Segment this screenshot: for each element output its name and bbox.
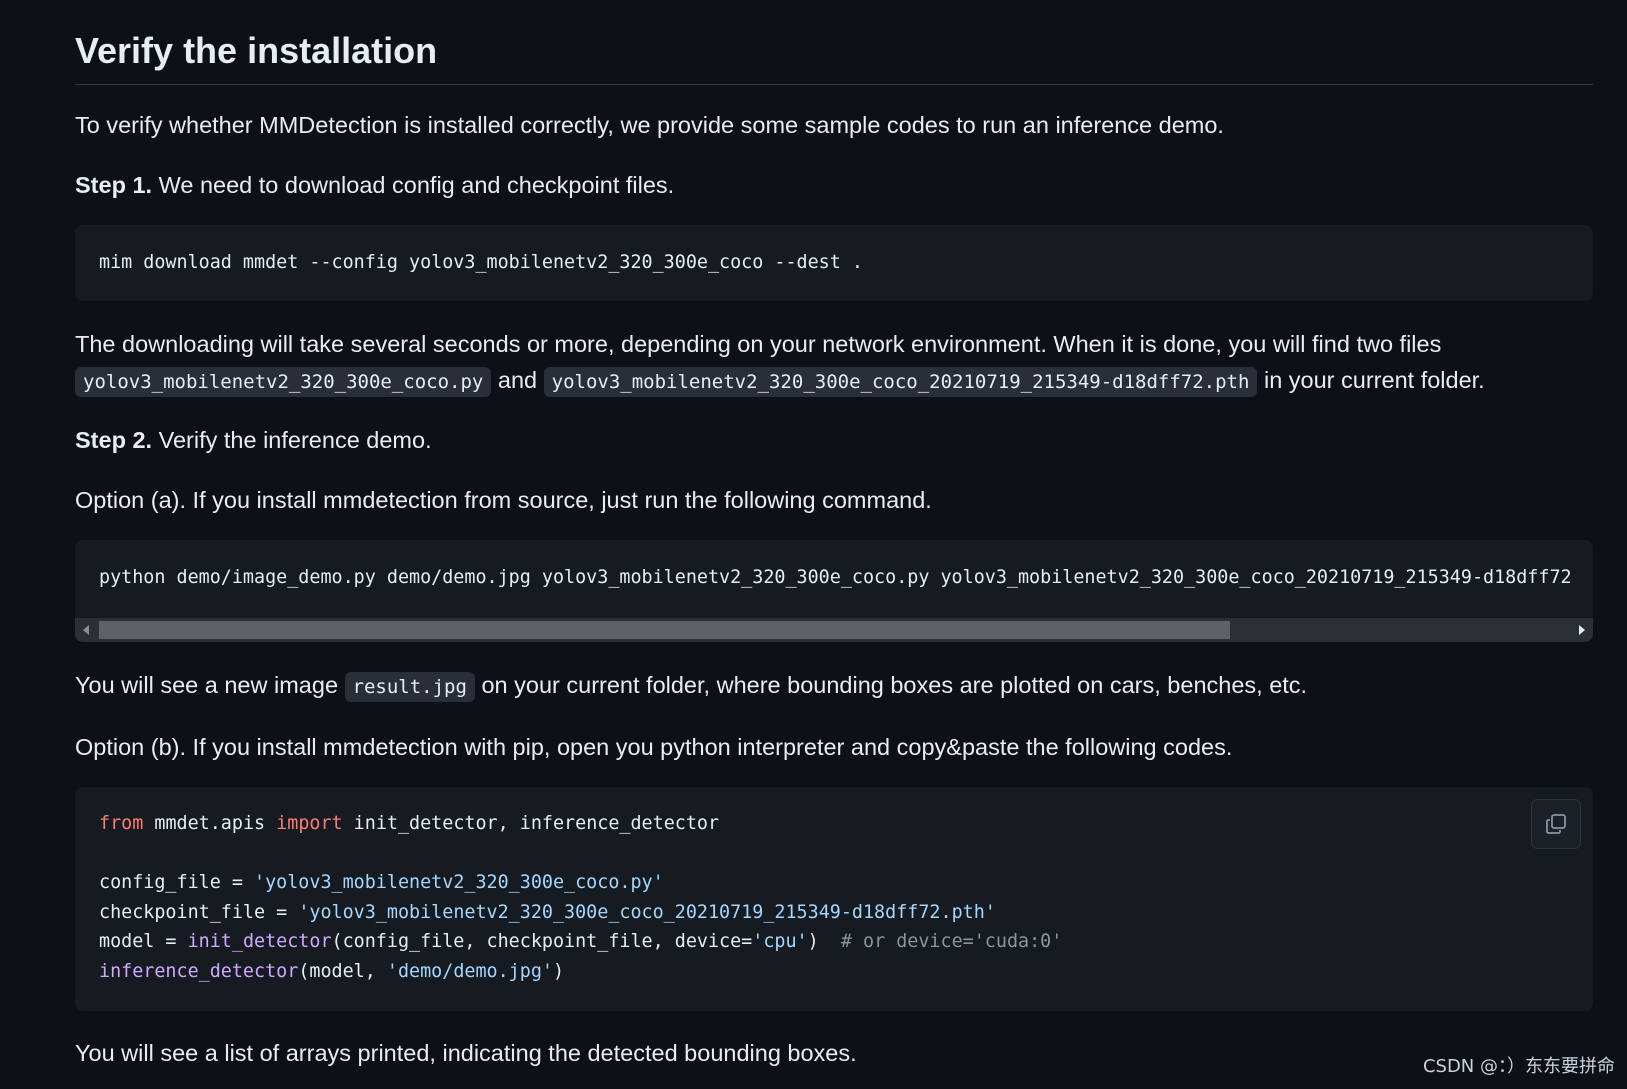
code-line: from mmdet.apis import init_detector, in… xyxy=(99,809,1569,839)
copy-icon xyxy=(1544,812,1568,836)
download-note-text: The downloading will take several second… xyxy=(75,331,1441,357)
inline-code-config-file: yolov3_mobilenetv2_320_300e_coco.py xyxy=(75,367,491,397)
code-line: model = init_detector(config_file, check… xyxy=(99,927,1569,957)
inline-code-checkpoint-file: yolov3_mobilenetv2_320_300e_coco_2021071… xyxy=(544,367,1258,397)
scroll-left-arrow-icon[interactable] xyxy=(83,625,89,635)
code-block-demo[interactable]: python demo/image_demo.py demo/demo.jpg … xyxy=(75,540,1593,642)
final-note-paragraph: You will see a list of arrays printed, i… xyxy=(75,1035,1593,1071)
result-note-paragraph: You will see a new image result.jpg on y… xyxy=(75,667,1593,705)
horizontal-scrollbar[interactable] xyxy=(75,618,1593,642)
step2-text: Verify the inference demo. xyxy=(152,427,432,453)
code-line: config_file = 'yolov3_mobilenetv2_320_30… xyxy=(99,868,1569,898)
option-b-paragraph: Option (b). If you install mmdetection w… xyxy=(75,729,1593,765)
download-note-tail: in your current folder. xyxy=(1257,367,1484,393)
scrollbar-thumb[interactable] xyxy=(99,621,1230,639)
code-line: inference_detector(model, 'demo/demo.jpg… xyxy=(99,957,1569,987)
result-note-text: You will see a new image xyxy=(75,672,345,698)
code-line: python demo/image_demo.py demo/demo.jpg … xyxy=(75,540,1593,616)
scroll-right-arrow-icon[interactable] xyxy=(1579,625,1585,635)
intro-paragraph: To verify whether MMDetection is install… xyxy=(75,107,1593,143)
result-note-tail: on your current folder, where bounding b… xyxy=(475,672,1307,698)
code-block-download[interactable]: mim download mmdet --config yolov3_mobil… xyxy=(75,225,1593,301)
step1-paragraph: Step 1. We need to download config and c… xyxy=(75,167,1593,203)
copy-button[interactable] xyxy=(1531,799,1581,849)
doc-content: Verify the installation To verify whethe… xyxy=(75,0,1593,1071)
code-line: checkpoint_file = 'yolov3_mobilenetv2_32… xyxy=(99,898,1569,928)
option-a-paragraph: Option (a). If you install mmdetection f… xyxy=(75,482,1593,518)
code-line: mim download mmdet --config yolov3_mobil… xyxy=(75,225,1593,301)
code-line-blank xyxy=(99,839,1569,869)
download-note-paragraph: The downloading will take several second… xyxy=(75,326,1593,400)
code-block-python[interactable]: from mmdet.apis import init_detector, in… xyxy=(75,787,1593,1011)
step2-label: Step 2. xyxy=(75,427,152,453)
step2-paragraph: Step 2. Verify the inference demo. xyxy=(75,422,1593,458)
download-note-and: and xyxy=(491,367,543,393)
step1-label: Step 1. xyxy=(75,172,152,198)
step1-text: We need to download config and checkpoin… xyxy=(152,172,674,198)
inline-code-result-file: result.jpg xyxy=(345,672,475,702)
csdn-watermark: CSDN @：）东东要拼命 xyxy=(1423,1052,1615,1078)
section-heading: Verify the installation xyxy=(75,0,1593,85)
